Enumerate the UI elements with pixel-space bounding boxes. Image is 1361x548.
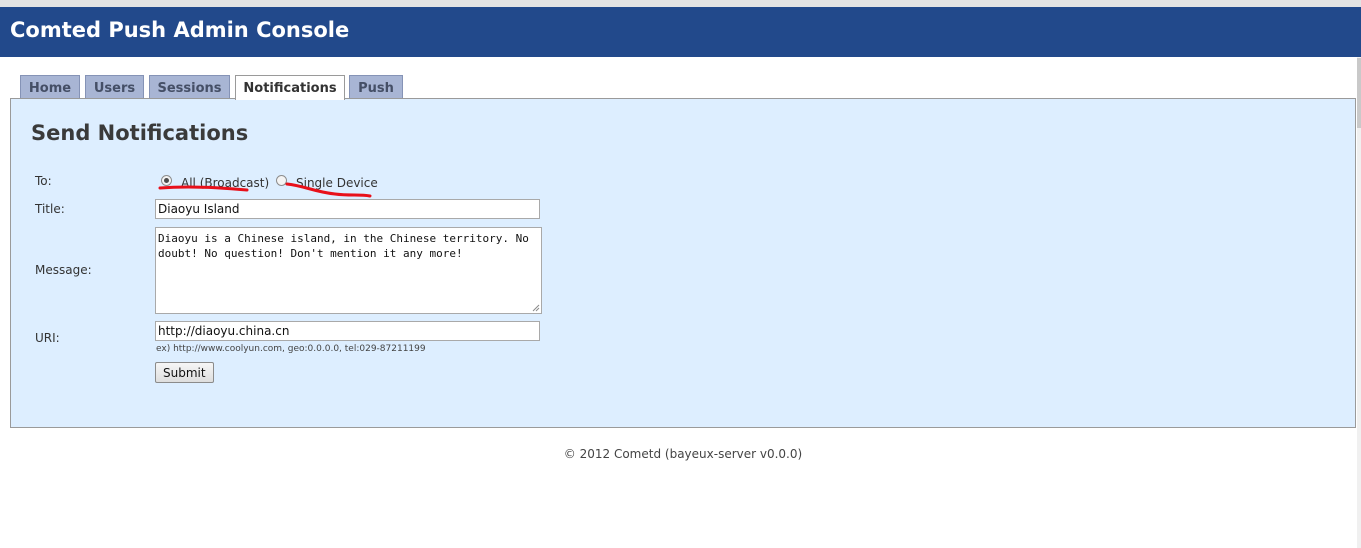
resize-grip-icon[interactable] [532,304,540,312]
tab-home[interactable]: Home [20,75,80,98]
to-label: To: [35,174,52,188]
app-title: Comted Push Admin Console [10,18,350,42]
uri-label: URI: [35,331,60,345]
uri-input[interactable] [155,321,540,341]
tab-notifications[interactable]: Notifications [235,75,345,100]
browser-top-edge [0,0,1361,7]
title-input[interactable] [155,199,540,219]
message-label: Message: [35,263,92,277]
title-label: Title: [35,202,65,216]
scrollbar-thumb[interactable] [1357,58,1361,128]
uri-hint: ex) http://www.coolyun.com, geo:0.0.0.0,… [156,344,426,354]
scrollbar-track[interactable] [1357,57,1361,548]
message-textarea[interactable]: Diaoyu is a Chinese island, in the Chine… [155,227,542,314]
notifications-panel: Send Notifications To: All (Broadcast) S… [10,98,1356,428]
submit-button[interactable]: Submit [155,362,214,383]
tab-sessions[interactable]: Sessions [149,75,230,98]
page-title: Send Notifications [31,121,249,145]
tab-users[interactable]: Users [85,75,144,98]
app-header: Comted Push Admin Console [0,7,1361,57]
red-underline-annotation [158,182,372,198]
footer-copyright: © 2012 Cometd (bayeux-server v0.0.0) [563,447,803,461]
tab-push[interactable]: Push [349,75,403,98]
